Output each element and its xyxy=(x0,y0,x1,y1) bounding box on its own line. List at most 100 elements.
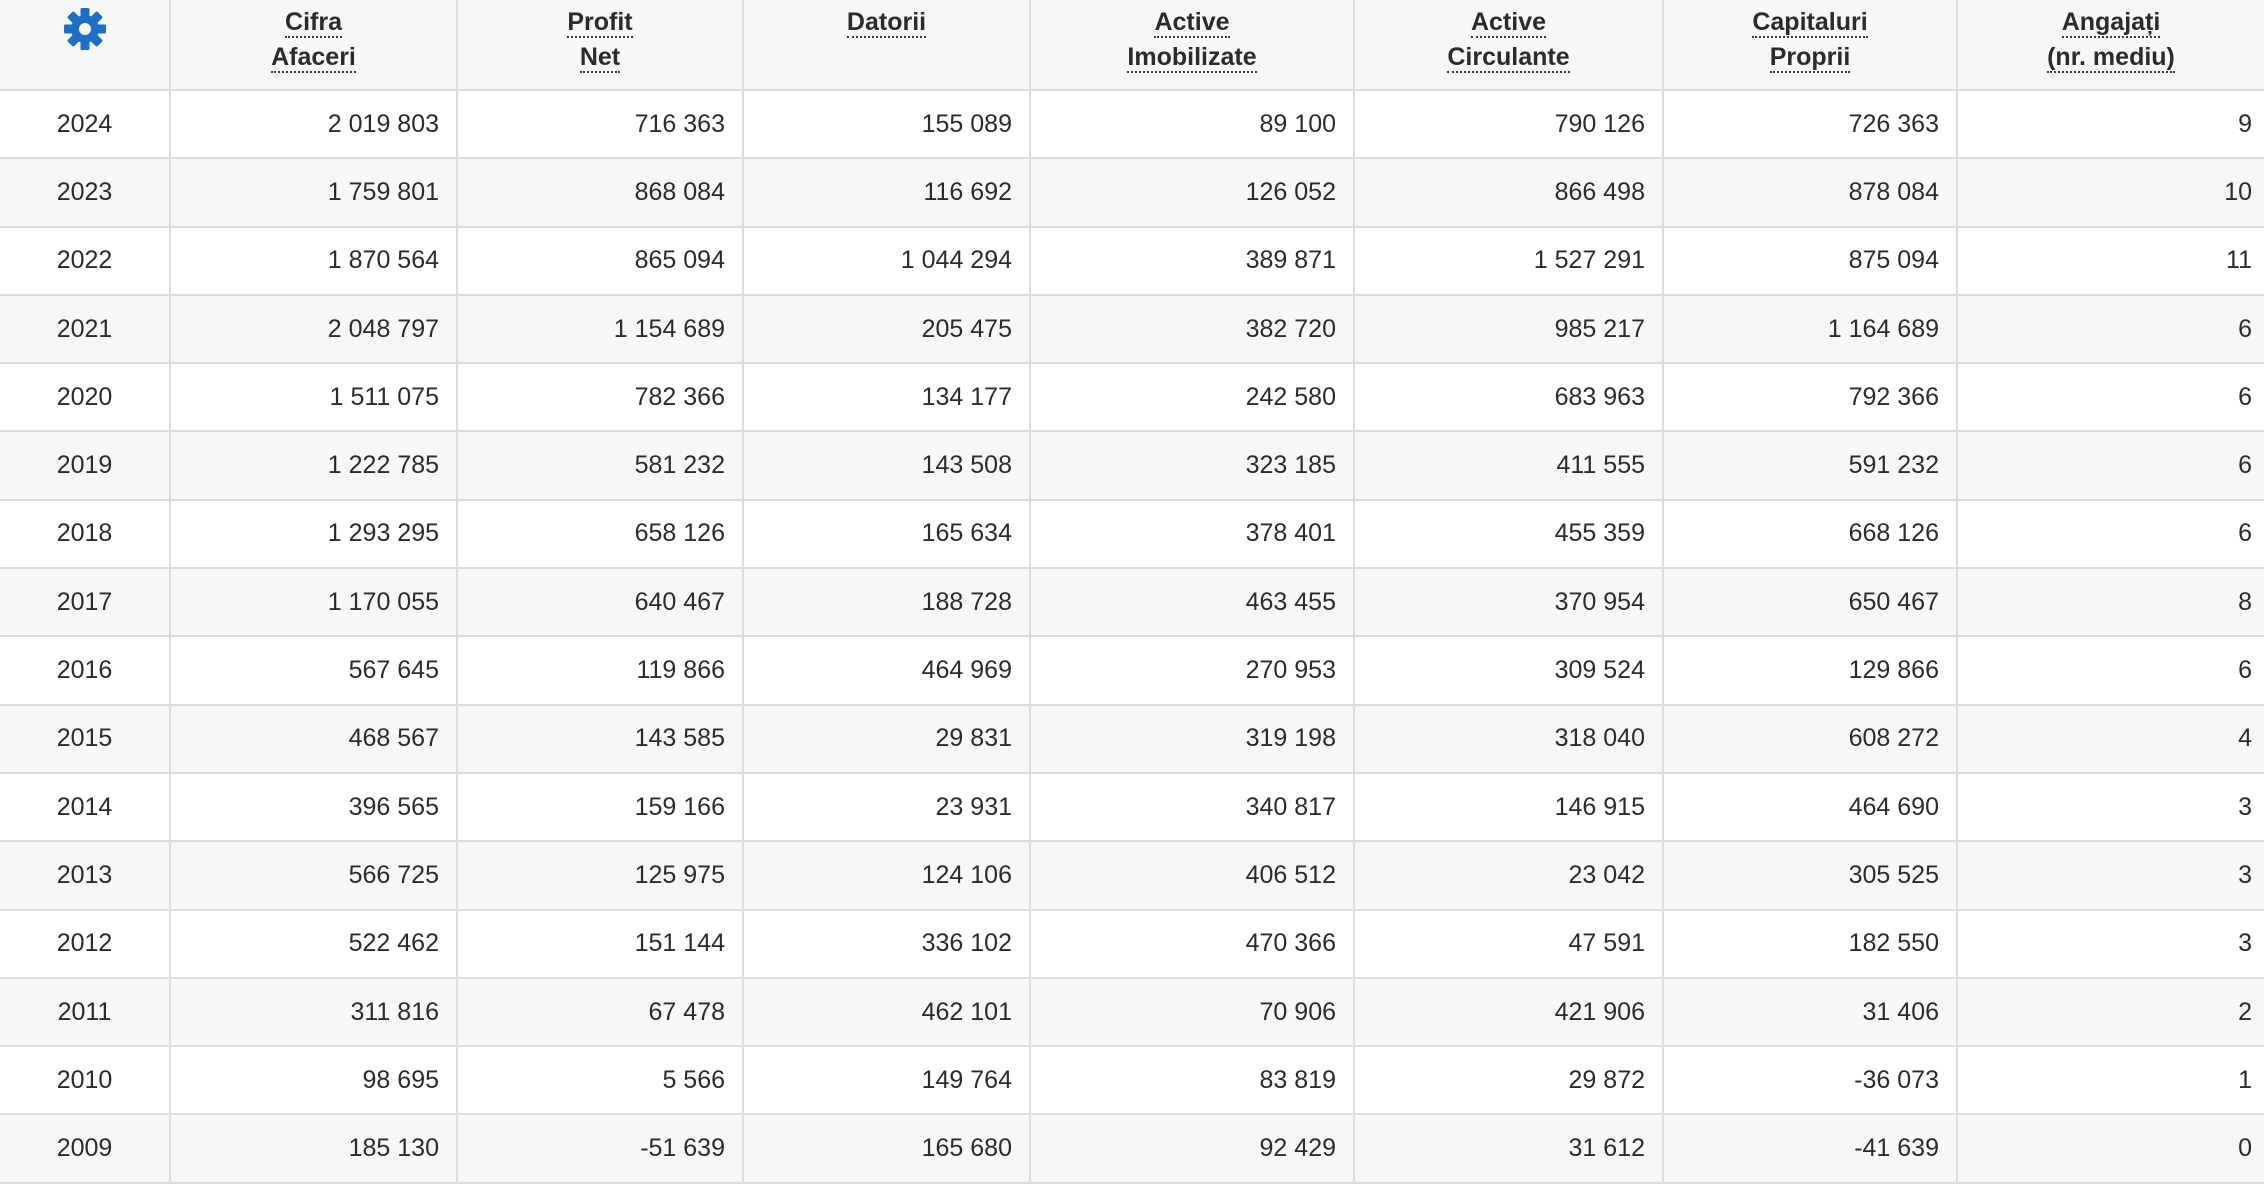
value-cell-active-circulante: 31 612 xyxy=(1354,1114,1664,1184)
value-cell-capitaluri-proprii: 878 084 xyxy=(1663,158,1958,228)
value-cell-active-circulante: 790 126 xyxy=(1354,90,1664,160)
value-cell-angajati: 4 xyxy=(1957,704,2264,774)
value-cell-capitaluri-proprii: 464 690 xyxy=(1663,772,1958,843)
value-cell-datorii: 29 831 xyxy=(743,704,1031,774)
value-cell-active-imobilizate: 270 953 xyxy=(1030,636,1355,706)
value-cell-cifra-afaceri: 2 019 803 xyxy=(170,90,458,160)
column-header-label: Afaceri xyxy=(271,43,356,73)
value-cell-capitaluri-proprii: 305 525 xyxy=(1663,841,1958,911)
column-header-cifra-afaceri[interactable]: Cifra Afaceri xyxy=(170,0,458,91)
value-cell-capitaluri-proprii: 668 126 xyxy=(1663,499,1958,570)
financial-table: Cifra Afaceri Profit Net Datorii Active Imobil… xyxy=(0,0,2264,1184)
value-cell-profit-net: 1 154 689 xyxy=(457,294,744,365)
year-cell: 2018 xyxy=(0,499,171,570)
table-body: 2024 2 019 803 716 363 155 089 89 100 790 126… xyxy=(0,90,2264,1184)
value-cell-active-circulante: 683 963 xyxy=(1354,363,1664,433)
value-cell-profit-net: 119 866 xyxy=(457,636,744,706)
value-cell-capitaluri-proprii: 591 232 xyxy=(1663,431,1958,501)
value-cell-active-circulante: 421 906 xyxy=(1354,977,1664,1048)
column-header-label: Imobilizate xyxy=(1127,43,1257,73)
value-cell-profit-net: 865 094 xyxy=(457,226,744,296)
value-cell-angajati: 10 xyxy=(1957,158,2264,228)
value-cell-profit-net: 640 467 xyxy=(457,568,744,638)
table-row: 2014 396 565 159 166 23 931 340 817 146 915 46… xyxy=(0,772,2264,843)
column-header-profit-net[interactable]: Profit Net xyxy=(457,0,744,91)
year-cell: 2013 xyxy=(0,841,171,911)
value-cell-angajati: 9 xyxy=(1957,90,2264,160)
value-cell-angajati: 6 xyxy=(1957,636,2264,706)
value-cell-capitaluri-proprii: -36 073 xyxy=(1663,1046,1958,1116)
value-cell-cifra-afaceri: 185 130 xyxy=(170,1114,458,1184)
value-cell-active-imobilizate: 340 817 xyxy=(1030,772,1355,843)
value-cell-angajati: 3 xyxy=(1957,909,2264,979)
value-cell-active-imobilizate: 463 455 xyxy=(1030,568,1355,638)
value-cell-active-circulante: 146 915 xyxy=(1354,772,1664,843)
column-header-label: (nr. mediu) xyxy=(2047,43,2175,73)
column-header-label: Active xyxy=(1154,8,1230,38)
column-header-label: Proprii xyxy=(1769,43,1851,73)
column-header-label: Profit xyxy=(567,8,633,38)
value-cell-active-circulante: 318 040 xyxy=(1354,704,1664,774)
column-header-label: Circulante xyxy=(1447,43,1570,73)
value-cell-angajati: 8 xyxy=(1957,568,2264,638)
value-cell-capitaluri-proprii: 792 366 xyxy=(1663,363,1958,433)
column-header-capitaluri-proprii[interactable]: Capitaluri Proprii xyxy=(1663,0,1958,91)
value-cell-active-imobilizate: 406 512 xyxy=(1030,841,1355,911)
value-cell-cifra-afaceri: 567 645 xyxy=(170,636,458,706)
table-row: 2011 311 816 67 478 462 101 70 906 421 906 31 … xyxy=(0,977,2264,1048)
value-cell-datorii: 143 508 xyxy=(743,431,1031,501)
column-header-angajati[interactable]: Angajați (nr. mediu) xyxy=(1957,0,2264,91)
value-cell-cifra-afaceri: 522 462 xyxy=(170,909,458,979)
value-cell-angajati: 6 xyxy=(1957,431,2264,501)
value-cell-active-imobilizate: 389 871 xyxy=(1030,226,1355,296)
value-cell-cifra-afaceri: 1 222 785 xyxy=(170,431,458,501)
value-cell-active-imobilizate: 323 185 xyxy=(1030,431,1355,501)
value-cell-angajati: 2 xyxy=(1957,977,2264,1048)
value-cell-capitaluri-proprii: 650 467 xyxy=(1663,568,1958,638)
column-header-label: Angajați xyxy=(2061,8,2161,38)
table-row: 2016 567 645 119 866 464 969 270 953 309 524 1… xyxy=(0,636,2264,706)
value-cell-datorii: 155 089 xyxy=(743,90,1031,160)
value-cell-datorii: 149 764 xyxy=(743,1046,1031,1116)
value-cell-datorii: 23 931 xyxy=(743,772,1031,843)
year-cell: 2015 xyxy=(0,704,171,774)
value-cell-active-circulante: 370 954 xyxy=(1354,568,1664,638)
value-cell-cifra-afaceri: 311 816 xyxy=(170,977,458,1048)
table-row: 2021 2 048 797 1 154 689 205 475 382 720 985 … xyxy=(0,294,2264,365)
table-row: 2012 522 462 151 144 336 102 470 366 47 591 18… xyxy=(0,909,2264,979)
value-cell-cifra-afaceri: 1 759 801 xyxy=(170,158,458,228)
value-cell-active-imobilizate: 92 429 xyxy=(1030,1114,1355,1184)
column-header-datorii[interactable]: Datorii xyxy=(743,0,1031,91)
table-row: 2017 1 170 055 640 467 188 728 463 455 370 95… xyxy=(0,568,2264,638)
year-cell: 2019 xyxy=(0,431,171,501)
value-cell-datorii: 134 177 xyxy=(743,363,1031,433)
value-cell-cifra-afaceri: 1 511 075 xyxy=(170,363,458,433)
value-cell-active-circulante: 29 872 xyxy=(1354,1046,1664,1116)
table-header: Cifra Afaceri Profit Net Datorii Active Imobil… xyxy=(0,0,2264,91)
value-cell-active-imobilizate: 378 401 xyxy=(1030,499,1355,570)
value-cell-cifra-afaceri: 2 048 797 xyxy=(170,294,458,365)
value-cell-capitaluri-proprii: 129 866 xyxy=(1663,636,1958,706)
value-cell-profit-net: 125 975 xyxy=(457,841,744,911)
value-cell-capitaluri-proprii: 608 272 xyxy=(1663,704,1958,774)
value-cell-datorii: 165 680 xyxy=(743,1114,1031,1184)
table-row: 2019 1 222 785 581 232 143 508 323 185 411 55… xyxy=(0,431,2264,501)
value-cell-angajati: 6 xyxy=(1957,294,2264,365)
value-cell-active-imobilizate: 83 819 xyxy=(1030,1046,1355,1116)
value-cell-active-imobilizate: 319 198 xyxy=(1030,704,1355,774)
gear-icon[interactable] xyxy=(62,6,108,52)
column-header-active-imobilizate[interactable]: Active Imobilizate xyxy=(1030,0,1355,91)
value-cell-active-circulante: 455 359 xyxy=(1354,499,1664,570)
value-cell-active-circulante: 985 217 xyxy=(1354,294,1664,365)
table-row: 2009 185 130 -51 639 165 680 92 429 31 612 -41… xyxy=(0,1114,2264,1184)
value-cell-active-imobilizate: 89 100 xyxy=(1030,90,1355,160)
value-cell-profit-net: 868 084 xyxy=(457,158,744,228)
value-cell-datorii: 1 044 294 xyxy=(743,226,1031,296)
column-header-active-circulante[interactable]: Active Circulante xyxy=(1354,0,1664,91)
value-cell-datorii: 116 692 xyxy=(743,158,1031,228)
table-row: 2024 2 019 803 716 363 155 089 89 100 790 126… xyxy=(0,90,2264,160)
value-cell-angajati: 6 xyxy=(1957,499,2264,570)
value-cell-active-circulante: 411 555 xyxy=(1354,431,1664,501)
value-cell-profit-net: 5 566 xyxy=(457,1046,744,1116)
table-row: 2020 1 511 075 782 366 134 177 242 580 683 96… xyxy=(0,363,2264,433)
